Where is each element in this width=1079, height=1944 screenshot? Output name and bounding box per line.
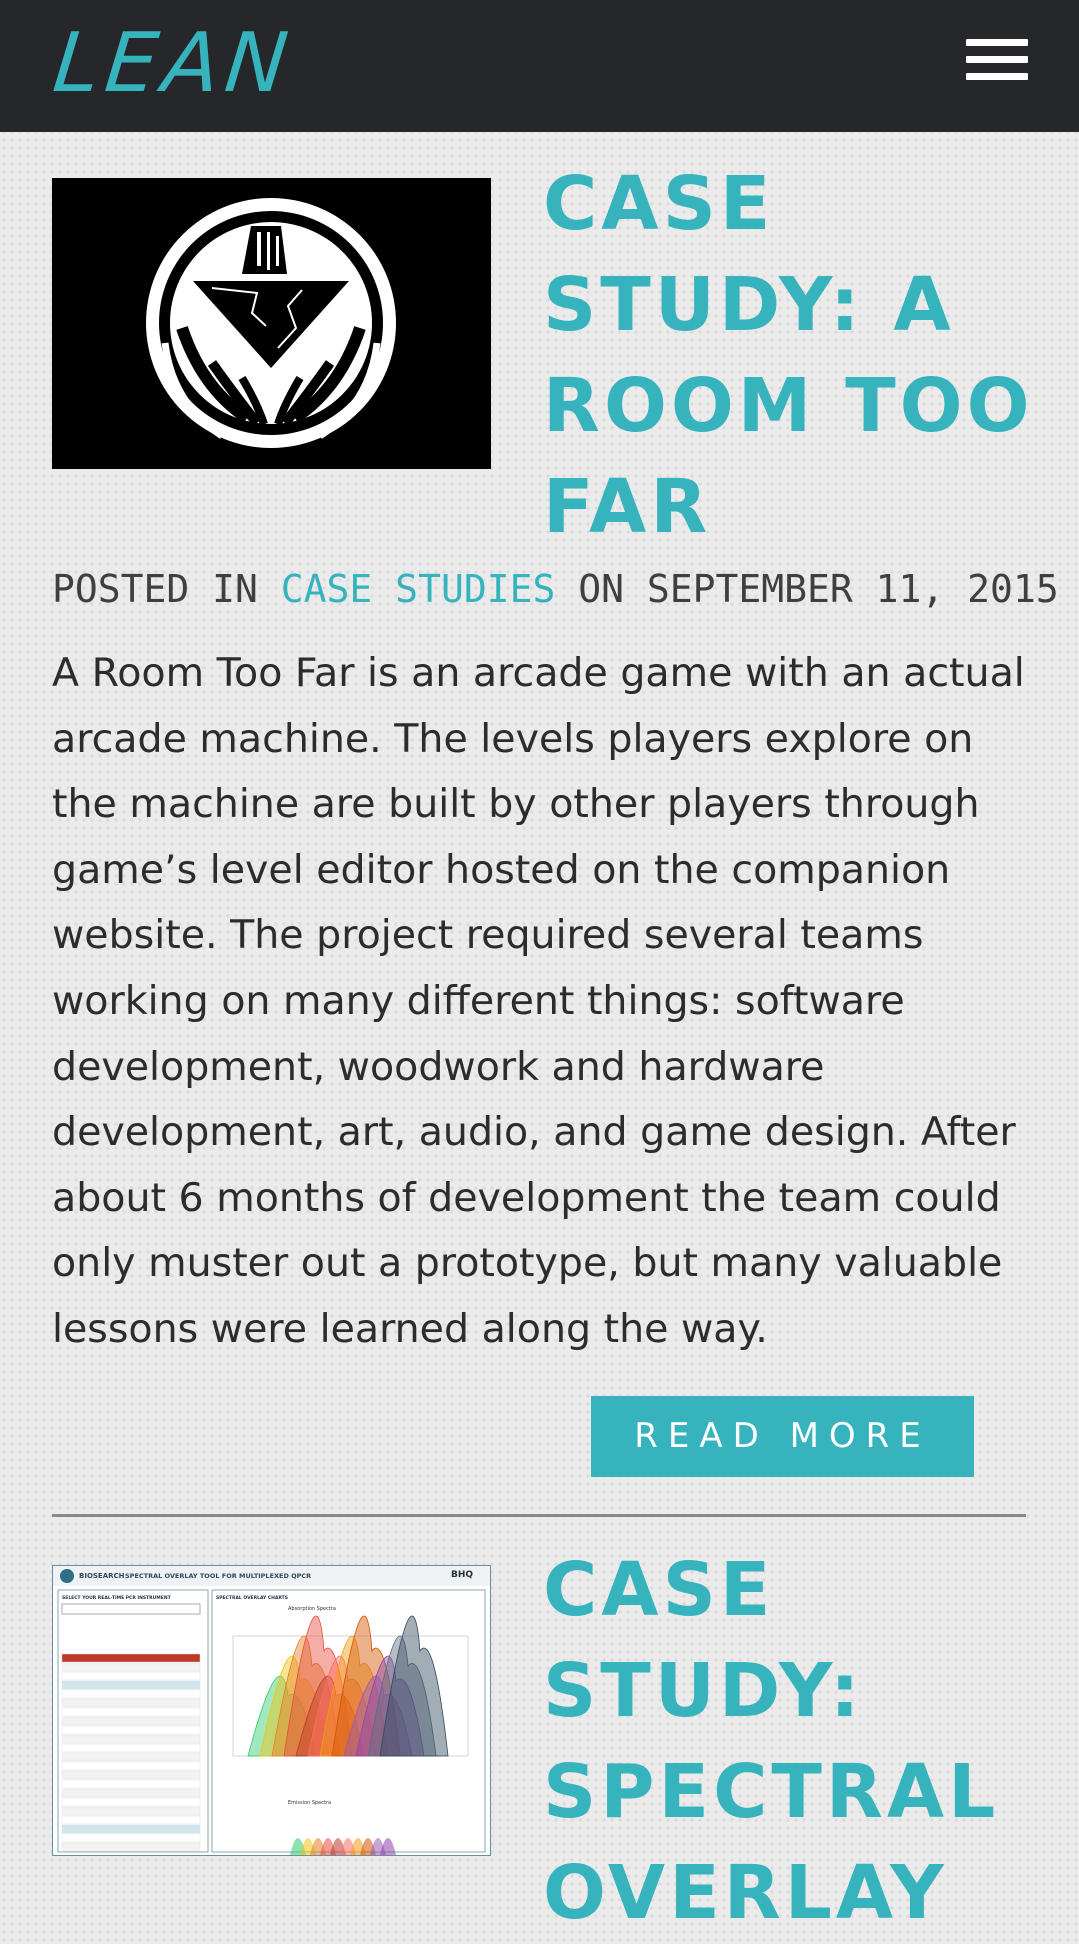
thumb-table-row <box>61 1770 201 1780</box>
thumb-table-row <box>61 1725 201 1735</box>
thumb-table-row <box>61 1680 201 1690</box>
post-thumbnail[interactable]: BIOSEARCH SPECTRAL OVERLAY TOOL FOR MULT… <box>52 1565 491 1856</box>
posted-in-label: POSTED IN <box>52 567 258 611</box>
thumb-table-row <box>61 1806 201 1816</box>
thumb-table-row <box>61 1671 201 1681</box>
menu-bar-line <box>966 39 1028 46</box>
post-date: SEPTEMBER 11, 2015 <box>646 567 1059 611</box>
site-logo[interactable]: LEAN <box>49 16 298 111</box>
thumb-corner-logo: BHQ <box>451 1570 473 1580</box>
thumb-table-row <box>61 1833 201 1843</box>
thumb-table-row <box>61 1761 201 1771</box>
spectral-overlay-tool-screenshot-icon: BIOSEARCH SPECTRAL OVERLAY TOOL FOR MULT… <box>53 1566 490 1855</box>
thumb-table-row <box>61 1797 201 1807</box>
thumb-table-row <box>61 1707 201 1717</box>
thumb-table-row <box>61 1698 201 1708</box>
thumb-table-row <box>61 1743 201 1753</box>
thumb-table-row <box>61 1824 201 1834</box>
post-title[interactable]: CASE STUDY: A ROOM TOO FAR <box>543 154 1063 558</box>
top-navigation-bar: LEAN <box>0 0 1079 132</box>
thumb-table-row <box>61 1779 201 1789</box>
post-excerpt: A Room Too Far is an arcade game with an… <box>52 650 1025 1352</box>
category-link[interactable]: CASE STUDIES <box>281 567 556 611</box>
menu-bar-line <box>966 73 1028 80</box>
thumb-table-row <box>61 1734 201 1744</box>
thumb-table-row <box>61 1716 201 1726</box>
thumb-table-row <box>61 1662 201 1672</box>
ship-emblem-logo-icon <box>52 178 491 469</box>
on-label: ON <box>578 567 624 611</box>
post-thumbnail[interactable] <box>52 178 491 469</box>
thumb-table-row <box>61 1815 201 1825</box>
thumb-table-row <box>61 1689 201 1699</box>
thumb-chart1-title: Absorption Spectra <box>288 1606 336 1612</box>
thumb-table-row <box>61 1788 201 1798</box>
thumb-right-title: SPECTRAL OVERLAY CHARTS <box>216 1595 288 1601</box>
post-title[interactable]: CASE STUDY: SPECTRAL OVERLAY <box>543 1540 1063 1944</box>
thumb-left-title: SELECT YOUR REAL-TIME PCR INSTRUMENT <box>62 1595 172 1601</box>
menu-bar-line <box>966 56 1028 63</box>
thumb-table-row <box>61 1752 201 1762</box>
post-divider <box>52 1514 1026 1517</box>
thumb-table-row <box>61 1653 201 1663</box>
thumb-table-row <box>61 1842 201 1852</box>
post-meta: POSTED IN CASE STUDIES ON SEPTEMBER 11, … <box>52 564 1059 614</box>
hamburger-menu-icon[interactable] <box>966 36 1028 86</box>
thumb-tool-title: SPECTRAL OVERLAY TOOL FOR MULTIPLEXED QP… <box>125 1572 311 1580</box>
thumb-brand: BIOSEARCH <box>79 1572 125 1580</box>
thumb-chart2-title: Emission Spectra <box>288 1800 331 1806</box>
read-more-button[interactable]: READ MORE <box>591 1396 974 1477</box>
